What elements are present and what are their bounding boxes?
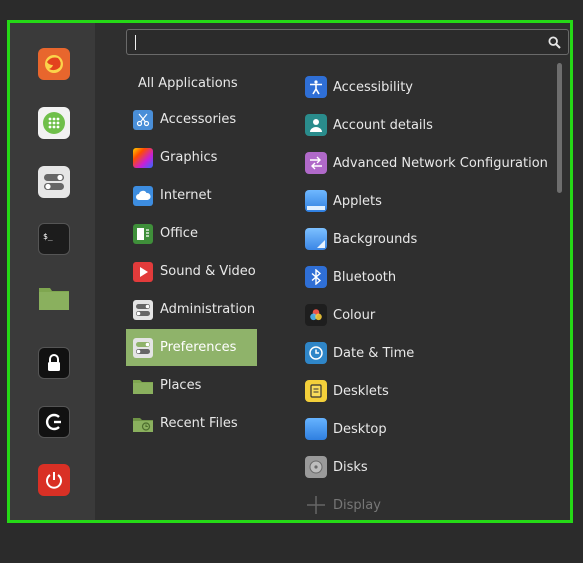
account-icon — [305, 114, 327, 136]
preferences-icon — [133, 337, 153, 358]
app-label: Disks — [333, 459, 368, 475]
desklets-icon — [305, 380, 327, 402]
app-list-scrollbar[interactable] — [557, 63, 562, 193]
app-bluetooth[interactable]: Bluetooth — [303, 258, 553, 296]
backgrounds-icon — [305, 228, 327, 250]
colour-icon — [305, 304, 327, 326]
app-accessibility[interactable]: Accessibility — [303, 68, 553, 106]
category-recent-files[interactable]: Recent Files — [126, 405, 257, 442]
category-preferences[interactable]: Preferences — [126, 329, 257, 366]
category-office[interactable]: Office — [126, 215, 257, 252]
app-label: Date & Time — [333, 345, 415, 361]
category-label: Preferences — [160, 340, 237, 355]
category-administration[interactable]: Administration — [126, 291, 257, 328]
category-graphics[interactable]: Graphics — [126, 139, 257, 176]
files-icon[interactable] — [38, 281, 70, 313]
scissors-icon — [133, 109, 153, 130]
search-input[interactable] — [133, 32, 533, 52]
category-places[interactable]: Places — [126, 367, 257, 404]
firefox-icon[interactable] — [38, 48, 70, 80]
app-account-details[interactable]: Account details — [303, 106, 553, 144]
applets-icon — [305, 190, 327, 212]
app-display[interactable]: Display — [303, 486, 553, 520]
search-icon — [548, 36, 561, 49]
shutdown-icon[interactable] — [38, 464, 70, 496]
toggles-icon — [133, 299, 153, 320]
category-label: Internet — [160, 188, 212, 203]
category-accessories[interactable]: Accessories — [126, 101, 257, 138]
app-label: Desktop — [333, 421, 387, 437]
search-box[interactable] — [126, 29, 569, 55]
app-advanced-network-configuration[interactable]: Advanced Network Configuration — [303, 144, 553, 182]
app-label: Backgrounds — [333, 231, 418, 247]
category-label: Sound & Video — [160, 264, 256, 279]
favorites-sidebar: $_ — [10, 23, 95, 520]
app-date-time[interactable]: Date & Time — [303, 334, 553, 372]
category-sound-video[interactable]: Sound & Video — [126, 253, 257, 290]
app-label: Colour — [333, 307, 376, 323]
category-all-applications[interactable]: All Applications — [126, 65, 257, 102]
graphics-icon — [133, 147, 153, 168]
terminal-icon[interactable]: $_ — [38, 223, 70, 255]
app-label: Applets — [333, 193, 382, 209]
category-label: Accessories — [160, 112, 237, 127]
category-internet[interactable]: Internet — [126, 177, 257, 214]
app-label: Account details — [333, 117, 433, 133]
play-icon — [133, 261, 153, 282]
category-label: Recent Files — [160, 416, 238, 431]
software-manager-icon[interactable] — [38, 107, 70, 139]
category-label: Graphics — [160, 150, 218, 165]
category-label: Office — [160, 226, 198, 241]
app-label: Desklets — [333, 383, 389, 399]
text-cursor — [135, 35, 136, 50]
network-icon — [305, 152, 327, 174]
app-colour[interactable]: Colour — [303, 296, 553, 334]
app-applets[interactable]: Applets — [303, 182, 553, 220]
logout-icon[interactable] — [38, 406, 70, 438]
category-label: Places — [160, 378, 202, 393]
app-label: Accessibility — [333, 79, 413, 95]
cloud-icon — [133, 185, 153, 206]
office-icon — [133, 223, 153, 244]
app-label: Display — [333, 497, 381, 513]
desktop-icon — [305, 418, 327, 440]
app-backgrounds[interactable]: Backgrounds — [303, 220, 553, 258]
disks-icon — [305, 456, 327, 478]
app-desktop[interactable]: Desktop — [303, 410, 553, 448]
app-disks[interactable]: Disks — [303, 448, 553, 486]
recent-folder-icon — [133, 414, 153, 434]
clock-icon — [305, 342, 327, 364]
folder-icon — [133, 376, 153, 396]
svg-text:$_: $_ — [43, 232, 53, 241]
lock-screen-icon[interactable] — [38, 347, 70, 379]
bluetooth-icon — [305, 266, 327, 288]
app-label: Advanced Network Configuration — [333, 155, 548, 171]
category-label: Administration — [160, 302, 256, 317]
app-label: Bluetooth — [333, 269, 397, 285]
settings-icon[interactable] — [38, 166, 70, 198]
menu-main-area: All Applications Accessories Graphics In… — [95, 23, 570, 520]
category-label: All Applications — [138, 76, 238, 91]
accessibility-icon — [305, 76, 327, 98]
application-menu: $_ All Applications Accessories Graphics… — [7, 20, 573, 523]
display-icon — [305, 494, 327, 516]
app-desklets[interactable]: Desklets — [303, 372, 553, 410]
